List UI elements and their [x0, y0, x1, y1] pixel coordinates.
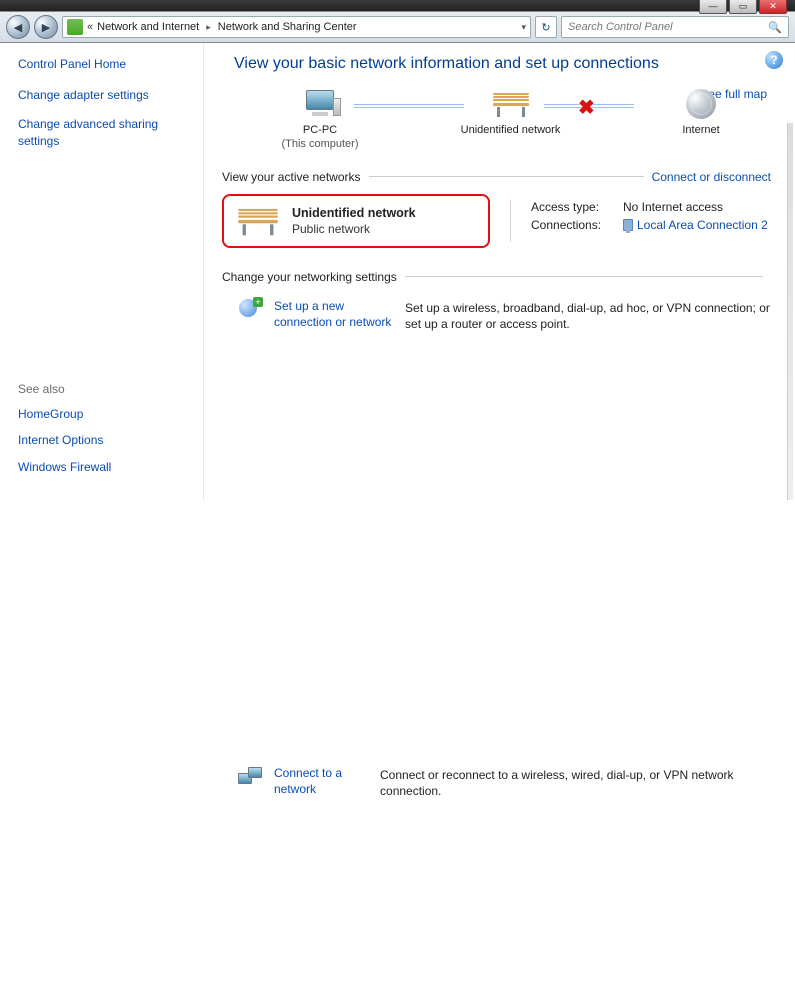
- map-connection-line: [354, 104, 464, 108]
- new-connection-icon: +: [238, 298, 262, 322]
- search-input[interactable]: Search Control Panel 🔍: [561, 16, 789, 38]
- network-name: Unidentified network: [292, 206, 416, 220]
- computer-icon: [299, 87, 341, 121]
- help-icon[interactable]: ?: [765, 51, 783, 69]
- map-node-unid-label: Unidentified network: [461, 123, 561, 137]
- task-description: Connect or reconnect to a wireless, wire…: [380, 767, 771, 1000]
- nav-forward-button[interactable]: ▶: [34, 15, 58, 39]
- close-button[interactable]: ✕: [759, 0, 787, 14]
- address-bar-row: ◀ ▶ « Network and Internet Network and S…: [0, 11, 795, 43]
- titlebar: — ▭ ✕: [0, 0, 795, 11]
- see-also-heading: See also: [18, 382, 189, 396]
- network-type: Public network: [292, 222, 416, 236]
- bench-icon: [238, 208, 278, 234]
- map-node-pc-label: PC-PC: [281, 123, 358, 137]
- active-network-row: Unidentified network Public network Acce…: [222, 194, 771, 248]
- access-type-label: Access type:: [531, 200, 613, 214]
- control-panel-home-link[interactable]: Control Panel Home: [18, 57, 189, 71]
- change-settings-section-header: Change your networking settings: [222, 270, 771, 284]
- breadcrumb-dropdown-icon[interactable]: ▾: [521, 22, 526, 33]
- search-placeholder: Search Control Panel: [568, 21, 673, 33]
- breadcrumb-separator-icon: [203, 21, 214, 33]
- map-node-internet-label: Internet: [682, 123, 719, 137]
- bench-icon: [490, 87, 532, 121]
- task-title: Set up a new connection or network: [274, 298, 405, 755]
- task-description: Set up a wireless, broadband, dial-up, a…: [405, 300, 771, 755]
- see-also-internet-options-link[interactable]: Internet Options: [18, 432, 189, 449]
- change-adapter-settings-link[interactable]: Change adapter settings: [18, 87, 189, 104]
- connection-broken-icon: ✖: [578, 95, 595, 120]
- maximize-button[interactable]: ▭: [729, 0, 757, 14]
- connect-to-network-item[interactable]: Connect to a network Connect or reconnec…: [238, 765, 771, 1000]
- map-node-pc-sublabel: (This computer): [281, 137, 358, 151]
- breadcrumb-item[interactable]: Network and Internet: [97, 21, 199, 33]
- breadcrumb-chevrons: «: [87, 21, 93, 33]
- networking-settings-list: + Set up a new connection or network Set…: [222, 298, 771, 1000]
- divider: [369, 176, 644, 177]
- main-pane: ? View your basic network information an…: [204, 43, 795, 500]
- connect-disconnect-link[interactable]: Connect or disconnect: [652, 170, 771, 184]
- content-body: Control Panel Home Change adapter settin…: [0, 43, 795, 500]
- divider: [405, 276, 763, 277]
- search-icon[interactable]: 🔍: [768, 21, 782, 34]
- refresh-button[interactable]: ↻: [535, 16, 557, 38]
- active-networks-section-header: View your active networks Connect or dis…: [222, 170, 771, 184]
- connect-network-icon: [238, 765, 262, 789]
- network-details: Access type: No Internet access Connecti…: [531, 194, 768, 248]
- setup-new-connection-item[interactable]: + Set up a new connection or network Set…: [238, 298, 771, 755]
- active-networks-label: View your active networks: [222, 170, 361, 184]
- window-controls: — ▭ ✕: [699, 0, 787, 14]
- divider: [510, 200, 511, 242]
- map-node-this-pc[interactable]: PC-PC (This computer): [250, 87, 390, 152]
- see-also-homegroup-link[interactable]: HomeGroup: [18, 406, 189, 423]
- see-also-section: See also HomeGroup Internet Options Wind…: [18, 382, 189, 486]
- breadcrumb-address-box[interactable]: « Network and Internet Network and Shari…: [62, 16, 531, 38]
- page-title: View your basic network information and …: [234, 55, 771, 73]
- see-also-windows-firewall-link[interactable]: Windows Firewall: [18, 459, 189, 476]
- minimize-button[interactable]: —: [699, 0, 727, 14]
- nav-back-button[interactable]: ◀: [6, 15, 30, 39]
- connections-label: Connections:: [531, 218, 613, 232]
- control-panel-icon: [67, 19, 83, 35]
- task-title: Connect to a network: [274, 765, 380, 1000]
- access-type-value: No Internet access: [623, 200, 723, 214]
- map-node-unidentified[interactable]: Unidentified network: [441, 87, 581, 137]
- scrollbar[interactable]: [787, 123, 793, 500]
- change-advanced-sharing-link[interactable]: Change advanced sharing settings: [18, 116, 189, 150]
- sidebar-spacer: [18, 161, 189, 381]
- sidebar: Control Panel Home Change adapter settin…: [0, 43, 204, 500]
- breadcrumb-item[interactable]: Network and Sharing Center: [218, 21, 357, 33]
- connection-link[interactable]: Local Area Connection 2: [623, 218, 768, 232]
- network-map: See full map PC-PC (This computer) Unide…: [222, 87, 771, 152]
- ethernet-icon: [623, 219, 633, 231]
- change-settings-label: Change your networking settings: [222, 270, 397, 284]
- active-network-card[interactable]: Unidentified network Public network: [222, 194, 490, 248]
